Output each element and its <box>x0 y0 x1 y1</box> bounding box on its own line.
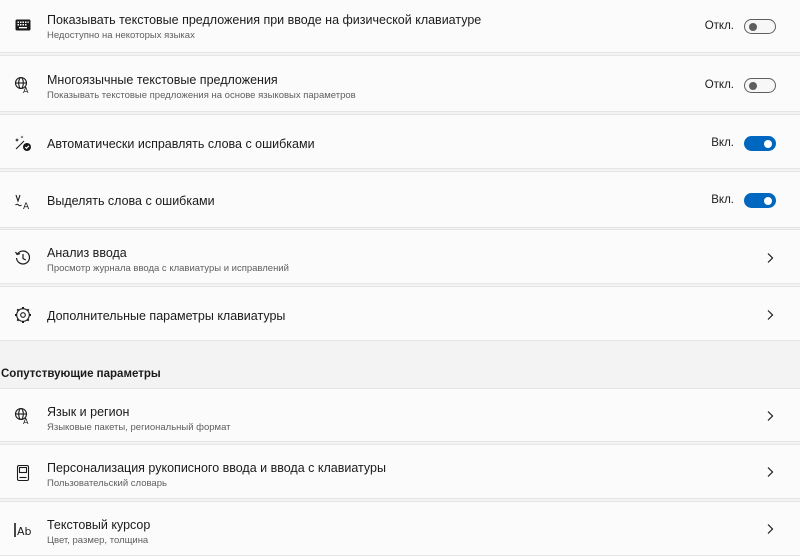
notebook-icon <box>13 463 33 483</box>
svg-text:Ab: Ab <box>17 525 32 538</box>
svg-text:A: A <box>23 417 29 425</box>
setting-title: Показывать текстовые предложения при вво… <box>47 13 482 27</box>
chevron-right-icon <box>767 524 774 534</box>
chevron-right-icon <box>767 411 774 421</box>
related-handwriting-personalization[interactable]: Персонализация рукописного ввода и ввода… <box>0 444 800 499</box>
setting-multilingual-suggestions[interactable]: A Многоязычные текстовые предложения Пок… <box>0 55 800 112</box>
related-text-cursor[interactable]: Ab Текстовый курсор Цвет, размер, толщин… <box>0 501 800 556</box>
toggle-state-label: Откл. <box>704 20 734 32</box>
setting-title: Дополнительные параметры клавиатуры <box>47 309 286 323</box>
setting-subtitle: Просмотр журнала ввода с клавиатуры и ис… <box>47 263 289 274</box>
svg-text:A: A <box>23 202 30 211</box>
highlight-misspelled-toggle[interactable] <box>744 193 776 208</box>
setting-title: Язык и регион <box>47 405 130 419</box>
text-cursor-icon: Ab <box>13 520 33 540</box>
gear-icon <box>13 305 33 325</box>
spellcheck-icon: A <box>13 192 33 212</box>
svg-text:A: A <box>23 86 29 94</box>
chevron-right-icon <box>767 253 774 263</box>
setting-autocorrect[interactable]: Автоматически исправлять слова с ошибкам… <box>0 114 800 169</box>
setting-title: Выделять слова с ошибками <box>47 194 215 208</box>
setting-subtitle: Пользовательский словарь <box>47 478 167 489</box>
setting-physical-keyboard-suggestions[interactable]: Показывать текстовые предложения при вво… <box>0 0 800 53</box>
setting-subtitle: Языковые пакеты, региональный формат <box>47 422 231 433</box>
setting-advanced-keyboard[interactable]: Дополнительные параметры клавиатуры <box>0 286 800 341</box>
history-icon <box>13 248 33 268</box>
language-icon: A <box>13 406 33 426</box>
setting-subtitle: Недоступно на некоторых языках <box>47 30 195 41</box>
setting-title: Текстовый курсор <box>47 518 151 532</box>
setting-title: Анализ ввода <box>47 246 127 260</box>
keyboard-icon <box>13 15 33 35</box>
setting-title: Персонализация рукописного ввода и ввода… <box>47 461 386 475</box>
chevron-right-icon <box>767 310 774 320</box>
language-icon: A <box>13 75 33 95</box>
chevron-right-icon <box>767 467 774 477</box>
toggle-state-label: Вкл. <box>711 194 734 206</box>
section-heading: Сопутствующие параметры <box>1 368 161 380</box>
physical-keyboard-suggestions-toggle[interactable] <box>744 19 776 34</box>
setting-title: Многоязычные текстовые предложения <box>47 73 278 87</box>
setting-typing-insights[interactable]: Анализ ввода Просмотр журнала ввода с кл… <box>0 229 800 284</box>
setting-highlight-misspelled[interactable]: A Выделять слова с ошибками Вкл. <box>0 171 800 228</box>
setting-subtitle: Цвет, размер, толщина <box>47 535 149 546</box>
autocorrect-icon <box>13 133 33 153</box>
multilingual-suggestions-toggle[interactable] <box>744 78 776 93</box>
setting-title: Автоматически исправлять слова с ошибкам… <box>47 137 315 151</box>
toggle-state-label: Откл. <box>704 79 734 91</box>
related-language-region[interactable]: A Язык и регион Языковые пакеты, региона… <box>0 388 800 442</box>
setting-subtitle: Показывать текстовые предложения на осно… <box>47 90 356 101</box>
autocorrect-toggle[interactable] <box>744 136 776 151</box>
toggle-state-label: Вкл. <box>711 137 734 149</box>
